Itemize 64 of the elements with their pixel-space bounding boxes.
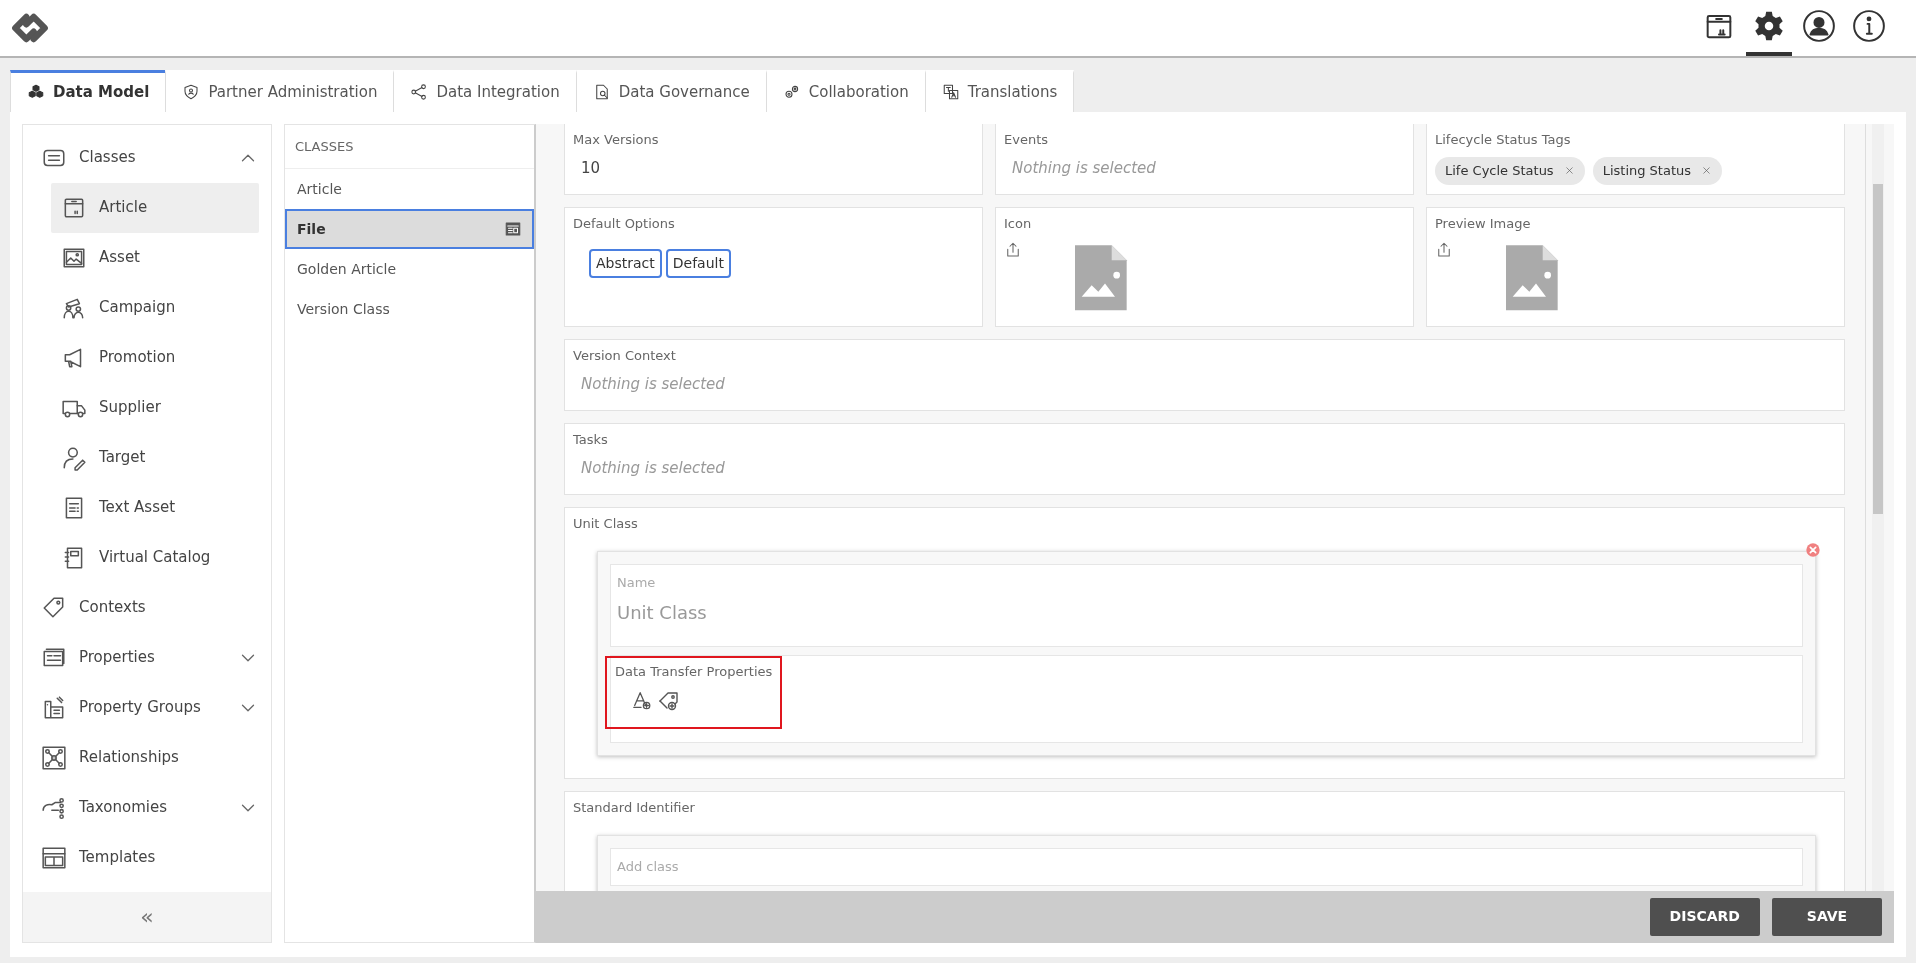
tag-chip[interactable]: Life Cycle Status	[1435, 157, 1585, 185]
field-label: Add class	[617, 858, 680, 876]
tab[interactable]: Collaboration	[765, 70, 926, 112]
sidebar-item[interactable]: Article	[51, 182, 259, 233]
list-item[interactable]: Version Class	[285, 289, 534, 329]
field-label: Standard Identifier	[573, 798, 696, 817]
sidebar-item[interactable]: Text Asset	[51, 482, 259, 533]
field-label: Unit Class	[573, 514, 639, 533]
add-tag-icon	[657, 689, 681, 713]
sidebar-item[interactable]: Campaign	[51, 282, 259, 333]
sidebar-item[interactable]: Templates	[23, 832, 271, 883]
scrollbar[interactable]	[1872, 123, 1884, 891]
list-item[interactable]: File	[285, 209, 534, 249]
sidebar-item[interactable]: Promotion	[51, 332, 259, 383]
collapse-button[interactable]: «	[23, 891, 271, 942]
tab[interactable]: Translations	[924, 70, 1075, 112]
field-label: Tasks	[573, 430, 609, 449]
field-label: Data Transfer Properties	[615, 662, 773, 681]
sidebar-item[interactable]: Classes	[23, 132, 271, 183]
layout-icon	[41, 844, 67, 871]
tab[interactable]: Data Model	[10, 70, 167, 112]
sidebar-item[interactable]: Relationships	[23, 732, 271, 783]
network-icon	[41, 744, 67, 771]
tab[interactable]: Data Governance	[575, 70, 767, 112]
close-icon	[1701, 165, 1713, 177]
field-label: Max Versions	[573, 130, 660, 149]
share-icon	[1004, 241, 1022, 259]
field-label: Icon	[1004, 214, 1033, 233]
sidebar-item[interactable]: Contexts	[23, 582, 271, 633]
option-toggle[interactable]: Default	[665, 249, 731, 278]
action-button[interactable]: DISCARD	[1649, 897, 1760, 936]
sidebar-item[interactable]: Target	[51, 432, 259, 483]
sidebar-item[interactable]: Properties	[23, 632, 271, 683]
tab[interactable]: Partner Administration	[165, 70, 395, 112]
field-label: Preview Image	[1435, 214, 1532, 233]
tab[interactable]: Data Integration	[393, 70, 577, 112]
close-icon	[1563, 165, 1575, 177]
user-icon	[1802, 9, 1836, 43]
translate-icon	[941, 83, 960, 102]
field-label: Version Context	[573, 346, 677, 365]
list-heading: CLASSES	[285, 124, 534, 169]
option-toggle[interactable]: Abstract	[589, 249, 662, 278]
action-button[interactable]: SAVE	[1772, 897, 1882, 936]
list-item[interactable]: Golden Article	[285, 249, 534, 289]
sidebar-item[interactable]: Property Groups	[23, 682, 271, 733]
field-value: Unit Class	[617, 600, 708, 625]
shield-icon	[182, 83, 201, 102]
settings-icon	[1752, 9, 1786, 43]
field-label: Default Options	[573, 214, 676, 233]
add-attribute-icon	[631, 689, 653, 711]
field-value[interactable]: 10	[573, 149, 974, 180]
form-icon	[504, 220, 522, 238]
sidebar-item[interactable]: Virtual Catalog	[51, 532, 259, 583]
list-item[interactable]: Article	[285, 169, 534, 209]
field-label: Name	[617, 574, 657, 592]
info-icon	[1852, 9, 1886, 43]
sidebar-item[interactable]: Asset	[51, 232, 259, 283]
sidebar-item[interactable]: Supplier	[51, 382, 259, 433]
tag-chip[interactable]: Listing Status	[1592, 157, 1723, 185]
field-label: Lifecycle Status Tags	[1435, 130, 1572, 149]
sidebar-item[interactable]: Taxonomies	[23, 782, 271, 833]
network-icon	[410, 83, 429, 102]
share-icon	[1435, 241, 1453, 259]
field-label: Events	[1004, 130, 1049, 149]
